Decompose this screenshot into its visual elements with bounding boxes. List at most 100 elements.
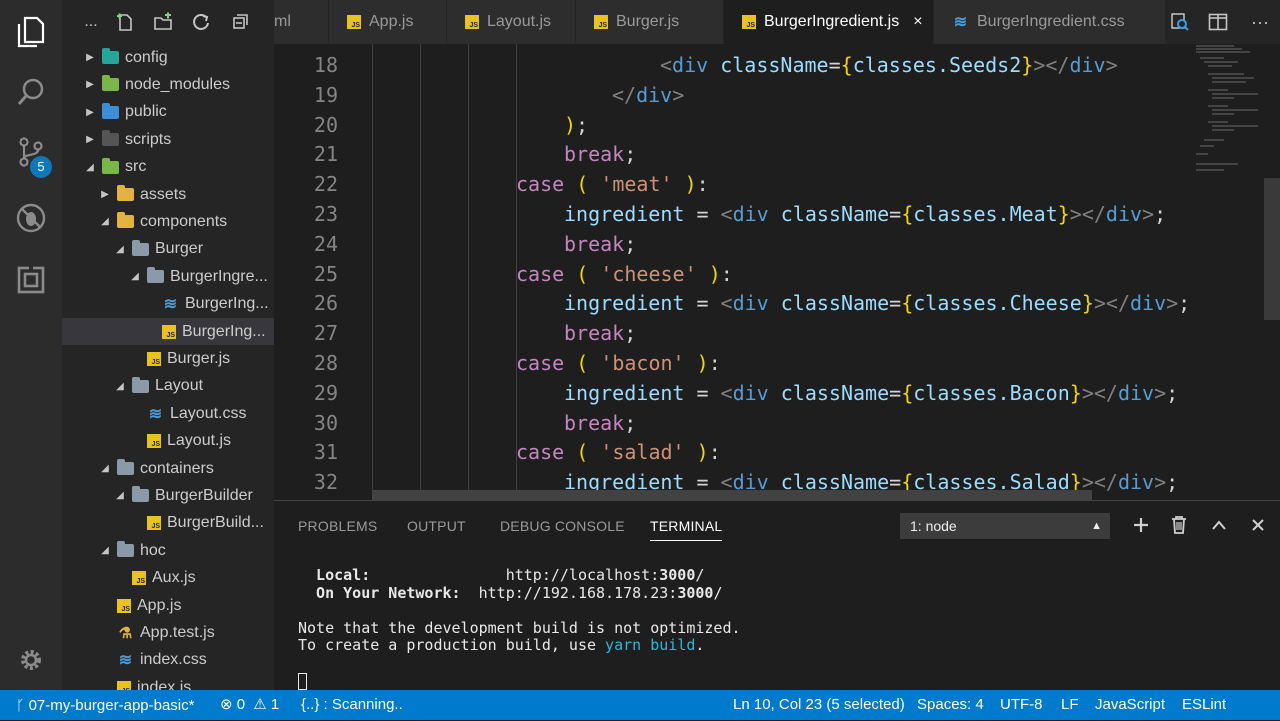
explorer-icon[interactable] bbox=[13, 14, 49, 50]
language-status[interactable]: JavaScript bbox=[1095, 690, 1165, 720]
git-branch-label: 07-my-burger-app-basic* bbox=[28, 697, 195, 714]
tree-item[interactable]: ≋ BurgerIng... bbox=[62, 291, 274, 318]
close-panel-icon[interactable] bbox=[1248, 515, 1268, 535]
find-in-file-icon[interactable] bbox=[1168, 11, 1192, 33]
terminal-output[interactable]: Local: http://localhost:3000/ On Your Ne… bbox=[298, 566, 741, 655]
chevron-down-icon: ◢ bbox=[116, 490, 124, 502]
tree-item[interactable]: JS Layout.js bbox=[62, 428, 274, 455]
folder-icon bbox=[117, 212, 134, 229]
code-line[interactable]: 30 break; bbox=[274, 408, 1194, 438]
tree-item[interactable]: ◢ hoc bbox=[62, 537, 274, 564]
code-token: break bbox=[564, 321, 625, 346]
split-editor-icon[interactable] bbox=[1206, 11, 1230, 33]
tab-terminal[interactable]: TERMINAL bbox=[650, 518, 723, 541]
code-line[interactable]: 19 </div> bbox=[274, 80, 1194, 110]
tree-item[interactable]: ▶ node_modules bbox=[62, 71, 274, 98]
extensions-icon[interactable] bbox=[13, 262, 49, 298]
tree-item[interactable]: JS Aux.js bbox=[62, 565, 274, 592]
tree-item[interactable]: ◢ BurgerBuilder bbox=[62, 482, 274, 509]
trash-icon[interactable] bbox=[1169, 515, 1189, 535]
code-token: className bbox=[720, 53, 829, 77]
eslint-status[interactable]: ESLint bbox=[1182, 690, 1226, 720]
tree-item[interactable]: JS index.js bbox=[62, 674, 274, 690]
add-terminal-icon[interactable] bbox=[1131, 515, 1151, 535]
tab-output[interactable]: OUTPUT bbox=[407, 518, 466, 534]
code-line[interactable]: 24 break; bbox=[274, 229, 1194, 259]
collapse-all-icon[interactable] bbox=[230, 11, 252, 33]
code-line[interactable]: 25 case ( 'cheese' ): bbox=[274, 259, 1194, 289]
tree-item[interactable]: ◢ BurgerIngre... bbox=[62, 263, 274, 290]
tree-item[interactable]: ▶ assets bbox=[62, 181, 274, 208]
editor-tab[interactable]: ≋ BurgerIngredient.css bbox=[934, 0, 1166, 44]
code-token: div bbox=[1129, 291, 1167, 316]
tree-item[interactable]: JS BurgerIng... bbox=[62, 318, 274, 345]
code-line[interactable]: 31 case ( 'salad' ): bbox=[274, 437, 1194, 467]
editor-tab[interactable]: JS Burger.js bbox=[576, 0, 724, 44]
eol-status[interactable]: LF bbox=[1061, 690, 1079, 720]
code-line[interactable]: 22 case ( 'meat' ): bbox=[274, 169, 1194, 199]
tree-item[interactable]: ▶ public bbox=[62, 99, 274, 126]
tree-item[interactable]: ◢ src bbox=[62, 154, 274, 181]
tree-item[interactable]: ≋ Layout.css bbox=[62, 400, 274, 427]
chevron-right-icon: ▶ bbox=[101, 189, 109, 200]
tree-item[interactable]: ⚗ App.test.js bbox=[62, 619, 274, 646]
more-actions-icon[interactable]: ... bbox=[80, 11, 102, 33]
code-token: 'cheese' bbox=[600, 261, 697, 286]
refresh-icon[interactable] bbox=[190, 11, 212, 33]
bottom-panel: PROBLEMS OUTPUT DEBUG CONSOLE TERMINAL 1… bbox=[274, 500, 1280, 690]
tree-item[interactable]: JS App.js bbox=[62, 592, 274, 619]
tree-item[interactable]: ≋ index.css bbox=[62, 647, 274, 674]
code-line[interactable]: 21 break; bbox=[274, 139, 1194, 169]
minimap[interactable] bbox=[1194, 44, 1266, 500]
tree-item[interactable]: ▶ scripts bbox=[62, 126, 274, 153]
editor-tab[interactable]: ml bbox=[274, 0, 329, 44]
indentation-status[interactable]: Spaces: 4 bbox=[917, 690, 984, 720]
editor-tab[interactable]: JS App.js bbox=[329, 0, 447, 44]
vertical-scrollbar[interactable] bbox=[1264, 178, 1280, 320]
tree-item[interactable]: ▶ config bbox=[62, 44, 274, 71]
more-editor-actions-icon[interactable]: ··· bbox=[1248, 11, 1272, 33]
editor-tab[interactable]: JS Layout.js bbox=[447, 0, 576, 44]
git-branch-status[interactable]: ᚴ 07-my-burger-app-basic* bbox=[16, 690, 194, 720]
settings-gear-icon[interactable] bbox=[13, 642, 49, 678]
close-tab-icon[interactable]: × bbox=[913, 13, 922, 31]
editor-tab-label: BurgerIngredient.css bbox=[977, 13, 1125, 30]
cursor-position-status[interactable]: Ln 10, Col 23 (5 selected) bbox=[733, 690, 905, 720]
line-number: 31 bbox=[313, 440, 338, 465]
search-icon[interactable] bbox=[13, 74, 49, 110]
explorer-sidebar: ... ▶ config ▶ node_modules ▶ public ▶ scripts ◢… bbox=[62, 0, 274, 690]
terminal-select[interactable]: 1: node ▲ bbox=[900, 513, 1110, 539]
code-line[interactable]: 26 ingredient = <div className={classes.C… bbox=[274, 288, 1194, 318]
code-line[interactable]: 27 break; bbox=[274, 318, 1194, 348]
tree-item[interactable]: JS BurgerBuild... bbox=[62, 510, 274, 537]
code-line[interactable]: 28 case ( 'bacon' ): bbox=[274, 348, 1194, 378]
code-line[interactable]: 23 ingredient = <div className={classes.M… bbox=[274, 199, 1194, 229]
editor-tab-label: Layout.js bbox=[487, 13, 552, 30]
problems-status[interactable]: ⊗ 0 ⚠ 1 bbox=[220, 690, 279, 720]
editor-tab-label: App.js bbox=[369, 13, 414, 30]
code-token: : bbox=[708, 440, 721, 465]
encoding-status[interactable]: UTF-8 bbox=[1000, 690, 1043, 720]
tab-debug-console[interactable]: DEBUG CONSOLE bbox=[500, 518, 625, 534]
tree-item[interactable]: JS Burger.js bbox=[62, 345, 274, 372]
terminal-network-url: http://192.168.178.23: bbox=[478, 583, 678, 602]
tree-item[interactable]: ◢ components bbox=[62, 208, 274, 235]
tab-problems[interactable]: PROBLEMS bbox=[298, 518, 377, 534]
new-file-icon[interactable] bbox=[114, 11, 136, 33]
tree-item[interactable]: ◢ containers bbox=[62, 455, 274, 482]
tree-item[interactable]: ◢ Layout bbox=[62, 373, 274, 400]
tree-item[interactable]: ◢ Burger bbox=[62, 236, 274, 263]
code-token: ingredient bbox=[564, 380, 685, 405]
code-editor[interactable]: 18 <div className={classes.Seeds2}></div>… bbox=[274, 44, 1194, 500]
code-line[interactable]: 20); bbox=[274, 110, 1194, 140]
scanning-status[interactable]: {..} : Scanning.. bbox=[301, 690, 403, 720]
code-line[interactable]: 18 <div className={classes.Seeds2}></div> bbox=[274, 50, 1194, 80]
horizontal-scrollbar[interactable] bbox=[372, 490, 1092, 500]
maximize-panel-icon[interactable] bbox=[1209, 515, 1229, 535]
editor-tab[interactable]: JS BurgerIngredient.js × bbox=[724, 0, 934, 44]
new-folder-icon[interactable] bbox=[152, 11, 174, 33]
code-line[interactable]: 29 ingredient = <div className={classes.B… bbox=[274, 378, 1194, 408]
debug-icon[interactable] bbox=[13, 200, 49, 236]
